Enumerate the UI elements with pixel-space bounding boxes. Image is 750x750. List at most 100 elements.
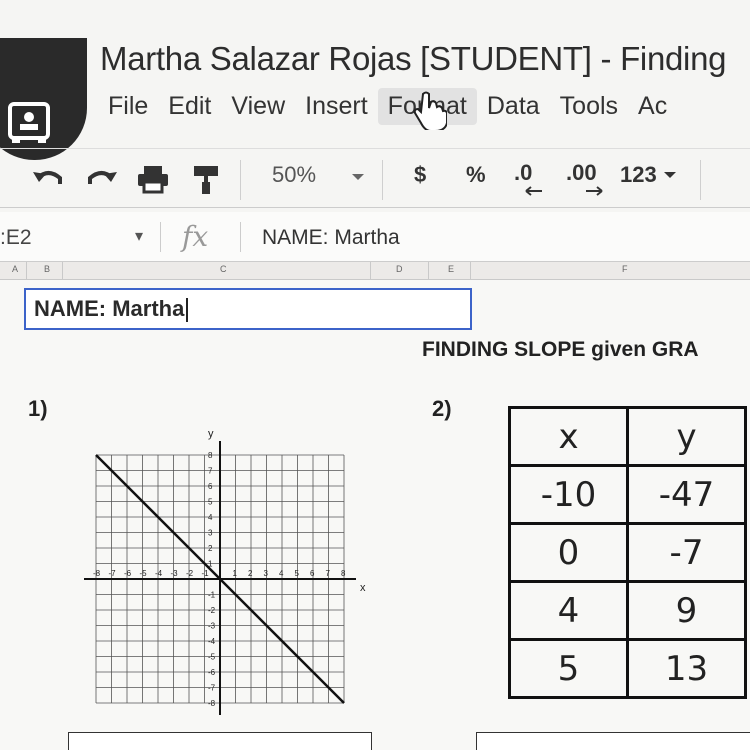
graph-x-axis-label: x bbox=[360, 582, 366, 594]
toolbar-divider bbox=[240, 160, 241, 200]
y-tick-label: -4 bbox=[208, 637, 216, 646]
chevron-down-icon[interactable] bbox=[350, 172, 366, 182]
x-tick-label: 4 bbox=[279, 569, 284, 578]
table-header-y: y bbox=[626, 406, 747, 467]
column-divider[interactable] bbox=[428, 262, 429, 280]
currency-format-button[interactable]: $ bbox=[414, 162, 426, 188]
y-tick-label: 2 bbox=[208, 544, 213, 553]
graph-y-axis-label: y bbox=[208, 428, 214, 440]
document-title[interactable]: Martha Salazar Rojas [STUDENT] - Finding bbox=[100, 40, 727, 78]
name-box[interactable]: :E2 bbox=[0, 226, 32, 250]
column-divider[interactable] bbox=[26, 262, 27, 280]
y-tick-label: 5 bbox=[208, 498, 213, 507]
more-formats-button[interactable]: 123 bbox=[620, 162, 657, 188]
menu-bar: File Edit View Insert Format Data Tools … bbox=[98, 88, 677, 125]
x-tick-label: -4 bbox=[155, 569, 163, 578]
worksheet-heading: FINDING SLOPE given GRA bbox=[422, 338, 699, 361]
undo-icon[interactable] bbox=[30, 164, 66, 192]
table-cell: -10 bbox=[508, 464, 629, 525]
x-tick-label: 7 bbox=[326, 569, 331, 578]
column-headers: A B C D E F bbox=[0, 262, 750, 280]
table-row: 5 13 bbox=[508, 638, 747, 699]
zoom-select[interactable]: 50% bbox=[272, 162, 316, 188]
menu-insert[interactable]: Insert bbox=[295, 88, 378, 125]
column-header-b[interactable]: B bbox=[44, 264, 50, 274]
y-tick-label: -6 bbox=[208, 668, 216, 677]
column-divider[interactable] bbox=[470, 262, 471, 280]
x-tick-label: 8 bbox=[341, 569, 346, 578]
x-tick-label: 6 bbox=[310, 569, 315, 578]
table-cell: 0 bbox=[508, 522, 629, 583]
formula-input[interactable]: NAME: Martha bbox=[262, 226, 400, 250]
paint-format-icon[interactable] bbox=[190, 164, 222, 196]
x-tick-label: 1 bbox=[233, 569, 238, 578]
y-tick-label: 3 bbox=[208, 529, 213, 538]
table-cell: -47 bbox=[626, 464, 747, 525]
table-cell: 4 bbox=[508, 580, 629, 641]
chevron-down-icon[interactable]: ▾ bbox=[135, 226, 143, 246]
table-row: 4 9 bbox=[508, 580, 747, 641]
table-cell: 13 bbox=[626, 638, 747, 699]
y-tick-label: 7 bbox=[208, 467, 213, 476]
formula-divider bbox=[240, 222, 241, 252]
column-header-c[interactable]: C bbox=[220, 264, 227, 274]
increase-decimals-button[interactable]: .00 bbox=[566, 160, 597, 186]
column-header-e[interactable]: E bbox=[448, 264, 454, 274]
formula-bar: :E2 ▾ fx NAME: Martha bbox=[0, 212, 750, 262]
x-tick-label: -7 bbox=[109, 569, 117, 578]
redo-icon[interactable] bbox=[84, 164, 120, 192]
arrow-right-icon bbox=[586, 186, 603, 196]
percent-format-button[interactable]: % bbox=[466, 162, 486, 188]
sheets-logo[interactable] bbox=[0, 38, 87, 160]
column-header-d[interactable]: D bbox=[396, 264, 403, 274]
active-cell-editor[interactable]: NAME: Martha bbox=[24, 288, 472, 330]
menu-addons[interactable]: Ac bbox=[628, 88, 677, 125]
y-tick-label: 8 bbox=[208, 451, 213, 460]
y-tick-label: -2 bbox=[208, 606, 216, 615]
table-row: -10 -47 bbox=[508, 464, 747, 525]
y-tick-label: 4 bbox=[208, 513, 213, 522]
menu-data[interactable]: Data bbox=[477, 88, 550, 125]
question-number-1: 1) bbox=[28, 396, 48, 421]
y-tick-label: -5 bbox=[208, 653, 216, 662]
table-cell: -7 bbox=[626, 522, 747, 583]
classroom-icon bbox=[8, 102, 50, 143]
menu-tools[interactable]: Tools bbox=[550, 88, 628, 125]
table-cell: 5 bbox=[508, 638, 629, 699]
x-tick-label: 2 bbox=[248, 569, 253, 578]
y-tick-label: -7 bbox=[208, 684, 216, 693]
y-tick-label: -1 bbox=[208, 591, 216, 600]
table-row: 0 -7 bbox=[508, 522, 747, 583]
table-cell: 9 bbox=[626, 580, 747, 641]
x-tick-label: -1 bbox=[202, 569, 210, 578]
x-tick-label: 3 bbox=[264, 569, 269, 578]
x-tick-label: -3 bbox=[171, 569, 179, 578]
y-tick-label: -3 bbox=[208, 622, 216, 631]
column-divider[interactable] bbox=[62, 262, 63, 280]
menu-file[interactable]: File bbox=[98, 88, 158, 125]
answer-box-1[interactable] bbox=[68, 732, 372, 750]
column-header-a[interactable]: A bbox=[12, 264, 18, 274]
column-header-f[interactable]: F bbox=[622, 264, 628, 274]
xy-table: x y -10 -47 0 -7 4 9 5 13 bbox=[508, 406, 747, 699]
menu-view[interactable]: View bbox=[221, 88, 295, 125]
formula-divider bbox=[160, 222, 161, 252]
y-tick-label: 6 bbox=[208, 482, 213, 491]
arrow-left-icon bbox=[525, 186, 542, 196]
x-tick-label: -8 bbox=[93, 569, 101, 578]
chevron-down-icon[interactable] bbox=[662, 170, 678, 180]
coordinate-graph: -8 -7 -6 -5 -4 -3 -2 -1 1 2 3 4 5 6 7 887654321-1-2-3-4… bbox=[84, 428, 366, 715]
question-number-2: 2) bbox=[432, 396, 452, 421]
decrease-decimals-button[interactable]: .0 bbox=[514, 160, 532, 186]
print-icon[interactable] bbox=[136, 164, 170, 194]
column-divider[interactable] bbox=[370, 262, 371, 280]
function-icon: fx bbox=[182, 220, 209, 253]
y-tick-label: -8 bbox=[208, 699, 216, 708]
answer-box-2[interactable] bbox=[476, 732, 750, 750]
x-tick-label: -2 bbox=[186, 569, 194, 578]
table-header-x: x bbox=[508, 406, 629, 467]
toolbar-divider bbox=[382, 160, 383, 200]
menu-edit[interactable]: Edit bbox=[158, 88, 221, 125]
cell-text: NAME: Martha bbox=[34, 296, 185, 321]
hand-cursor-icon bbox=[413, 91, 447, 130]
